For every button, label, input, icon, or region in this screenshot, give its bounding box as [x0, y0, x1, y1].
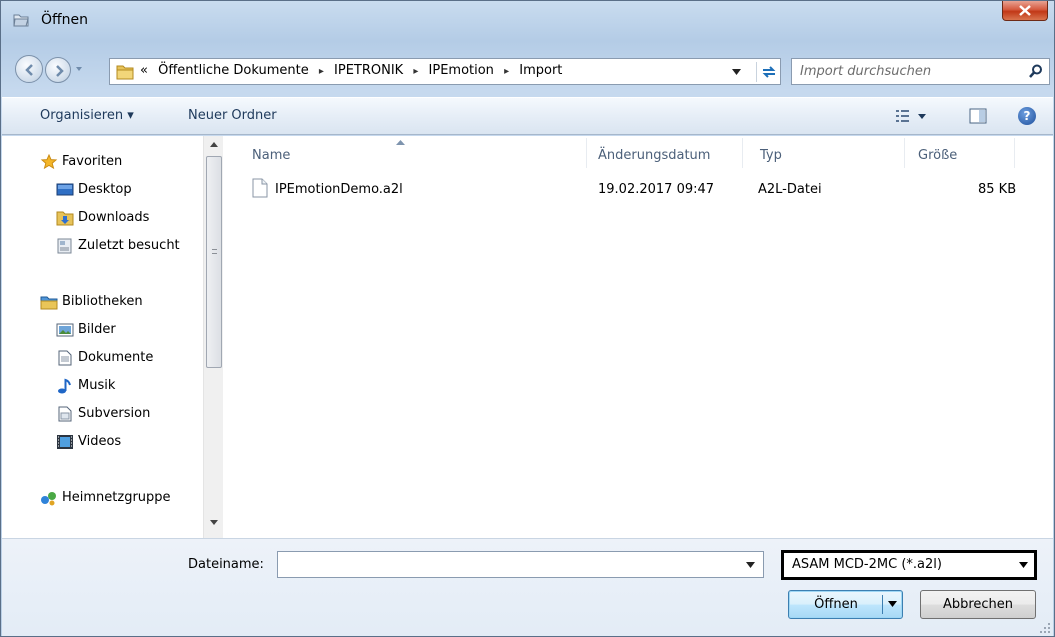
- sidebar-item-label: Downloads: [78, 210, 150, 225]
- organize-menu-button[interactable]: Organisieren ▾: [40, 108, 134, 123]
- sidebar-item-label: Subversion: [78, 406, 151, 421]
- breadcrumb-item[interactable]: IPEmotion: [429, 63, 494, 78]
- breadcrumb-separator[interactable]: ▸: [319, 66, 324, 77]
- breadcrumb-item[interactable]: Öffentliche Dokumente: [158, 63, 309, 78]
- sidebar-item-label: Bibliotheken: [62, 294, 143, 309]
- sort-ascending-icon: [396, 140, 405, 145]
- column-divider[interactable]: [586, 138, 587, 168]
- star-icon: [40, 154, 58, 170]
- open-button[interactable]: Öffnen: [788, 590, 903, 619]
- file-type: A2L-Datei: [758, 182, 822, 197]
- pictures-icon: [56, 323, 74, 337]
- sidebar-item-label: Desktop: [78, 182, 132, 197]
- title-bar[interactable]: Öffnen: [1, 1, 1054, 43]
- navigation-pane: Favoriten Desktop Downloads Zuletzt besu…: [2, 136, 224, 538]
- column-divider[interactable]: [1014, 138, 1015, 168]
- subversion-library-icon: [58, 406, 72, 422]
- close-icon: [1019, 5, 1031, 16]
- homegroup-icon: [41, 492, 56, 506]
- chevron-down-icon[interactable]: [732, 69, 741, 75]
- scroll-up-icon[interactable]: [210, 142, 218, 147]
- folder-open-icon: [13, 14, 29, 27]
- address-bar[interactable]: « Öffentliche Dokumente ▸ IPETRONIK ▸ IP…: [109, 58, 781, 85]
- column-header-size[interactable]: Größe: [918, 148, 957, 163]
- arrow-left-icon: [25, 64, 33, 76]
- new-folder-button[interactable]: Neuer Ordner: [188, 108, 277, 123]
- breadcrumb-separator[interactable]: ▸: [413, 66, 418, 77]
- breadcrumb: « Öffentliche Dokumente ▸ IPETRONIK ▸ IP…: [140, 63, 568, 78]
- sidebar-item-label: Musik: [78, 378, 116, 393]
- close-button[interactable]: [1002, 1, 1048, 21]
- documents-icon: [58, 350, 72, 366]
- table-row[interactable]: IPEmotionDemo.a2l 19.02.2017 09:47 A2L-D…: [252, 178, 1022, 200]
- back-button[interactable]: [15, 55, 43, 83]
- videos-icon: [57, 435, 73, 449]
- split-divider: [882, 595, 883, 614]
- column-divider[interactable]: [742, 138, 743, 168]
- refresh-button[interactable]: [756, 62, 778, 82]
- chevron-down-icon[interactable]: [746, 562, 755, 568]
- breadcrumb-separator[interactable]: ▸: [504, 66, 509, 77]
- open-file-dialog: Öffnen « Öffentliche Dokumente ▸ IPETRON…: [0, 0, 1055, 637]
- column-header-name[interactable]: Name: [252, 148, 290, 163]
- breadcrumb-overflow[interactable]: «: [140, 63, 148, 78]
- chevron-down-icon[interactable]: [888, 601, 897, 607]
- filename-field[interactable]: [277, 551, 764, 578]
- navigation-scrollbar[interactable]: [203, 136, 223, 538]
- arrow-right-icon: [56, 65, 64, 77]
- recent-places-icon: [57, 238, 72, 254]
- library-icon: [40, 296, 58, 310]
- sidebar-item-label: Videos: [78, 434, 122, 449]
- column-header-type[interactable]: Typ: [760, 148, 782, 163]
- breadcrumb-item[interactable]: IPETRONIK: [334, 63, 403, 78]
- help-icon[interactable]: ?: [1018, 107, 1036, 125]
- forward-button[interactable]: [45, 57, 71, 83]
- command-bar: Organisieren ▾ Neuer Ordner ?: [2, 97, 1053, 135]
- preview-pane-icon[interactable]: [969, 108, 987, 124]
- desktop-icon: [56, 183, 74, 196]
- scroll-down-icon[interactable]: [210, 520, 218, 525]
- file-type-filter-select[interactable]: ASAM MCD-2MC (*.a2l): [781, 550, 1037, 580]
- music-icon: [58, 378, 71, 394]
- file-name: IPEmotionDemo.a2l: [275, 182, 403, 197]
- file-icon: [252, 178, 268, 198]
- filename-label: Dateiname:: [188, 557, 264, 572]
- file-size: 85 KB: [978, 182, 1017, 197]
- column-header-date[interactable]: Änderungsdatum: [598, 148, 710, 163]
- resize-grip-icon[interactable]: [1039, 622, 1051, 634]
- content-area: Favoriten Desktop Downloads Zuletzt besu…: [2, 136, 1053, 538]
- sidebar-item-label: Heimnetzgruppe: [62, 490, 171, 505]
- downloads-folder-icon: [56, 211, 74, 226]
- file-date: 19.02.2017 09:47: [598, 182, 715, 197]
- sidebar-item-label: Zuletzt besucht: [78, 238, 180, 253]
- search-input[interactable]: Import durchsuchen: [791, 58, 1050, 85]
- breadcrumb-item[interactable]: Import: [519, 63, 562, 78]
- search-icon[interactable]: [1029, 64, 1043, 79]
- history-dropdown-icon[interactable]: [74, 63, 84, 75]
- sidebar-item-label: Dokumente: [78, 350, 154, 365]
- sidebar-item-label: Favoriten: [62, 154, 123, 169]
- refresh-icon: [762, 66, 776, 78]
- search-placeholder: Import durchsuchen: [800, 64, 932, 79]
- scrollbar-thumb[interactable]: [206, 156, 222, 368]
- folder-icon: [116, 65, 134, 80]
- chevron-down-icon[interactable]: [1019, 562, 1028, 568]
- scrollbar-grip: [212, 249, 217, 254]
- file-type-filter-value: ASAM MCD-2MC (*.a2l): [792, 557, 942, 572]
- file-list[interactable]: Name Änderungsdatum Typ Größe IPEmotionD…: [224, 136, 1053, 538]
- view-options-icon[interactable]: [895, 108, 931, 124]
- sidebar-item-label: Bilder: [78, 322, 116, 337]
- cancel-button[interactable]: Abbrechen: [920, 590, 1036, 619]
- dialog-footer: Dateiname: ASAM MCD-2MC (*.a2l) Öffnen A…: [2, 538, 1053, 636]
- window-title: Öffnen: [41, 12, 89, 28]
- open-button-label: Öffnen: [814, 597, 858, 612]
- column-divider[interactable]: [904, 138, 905, 168]
